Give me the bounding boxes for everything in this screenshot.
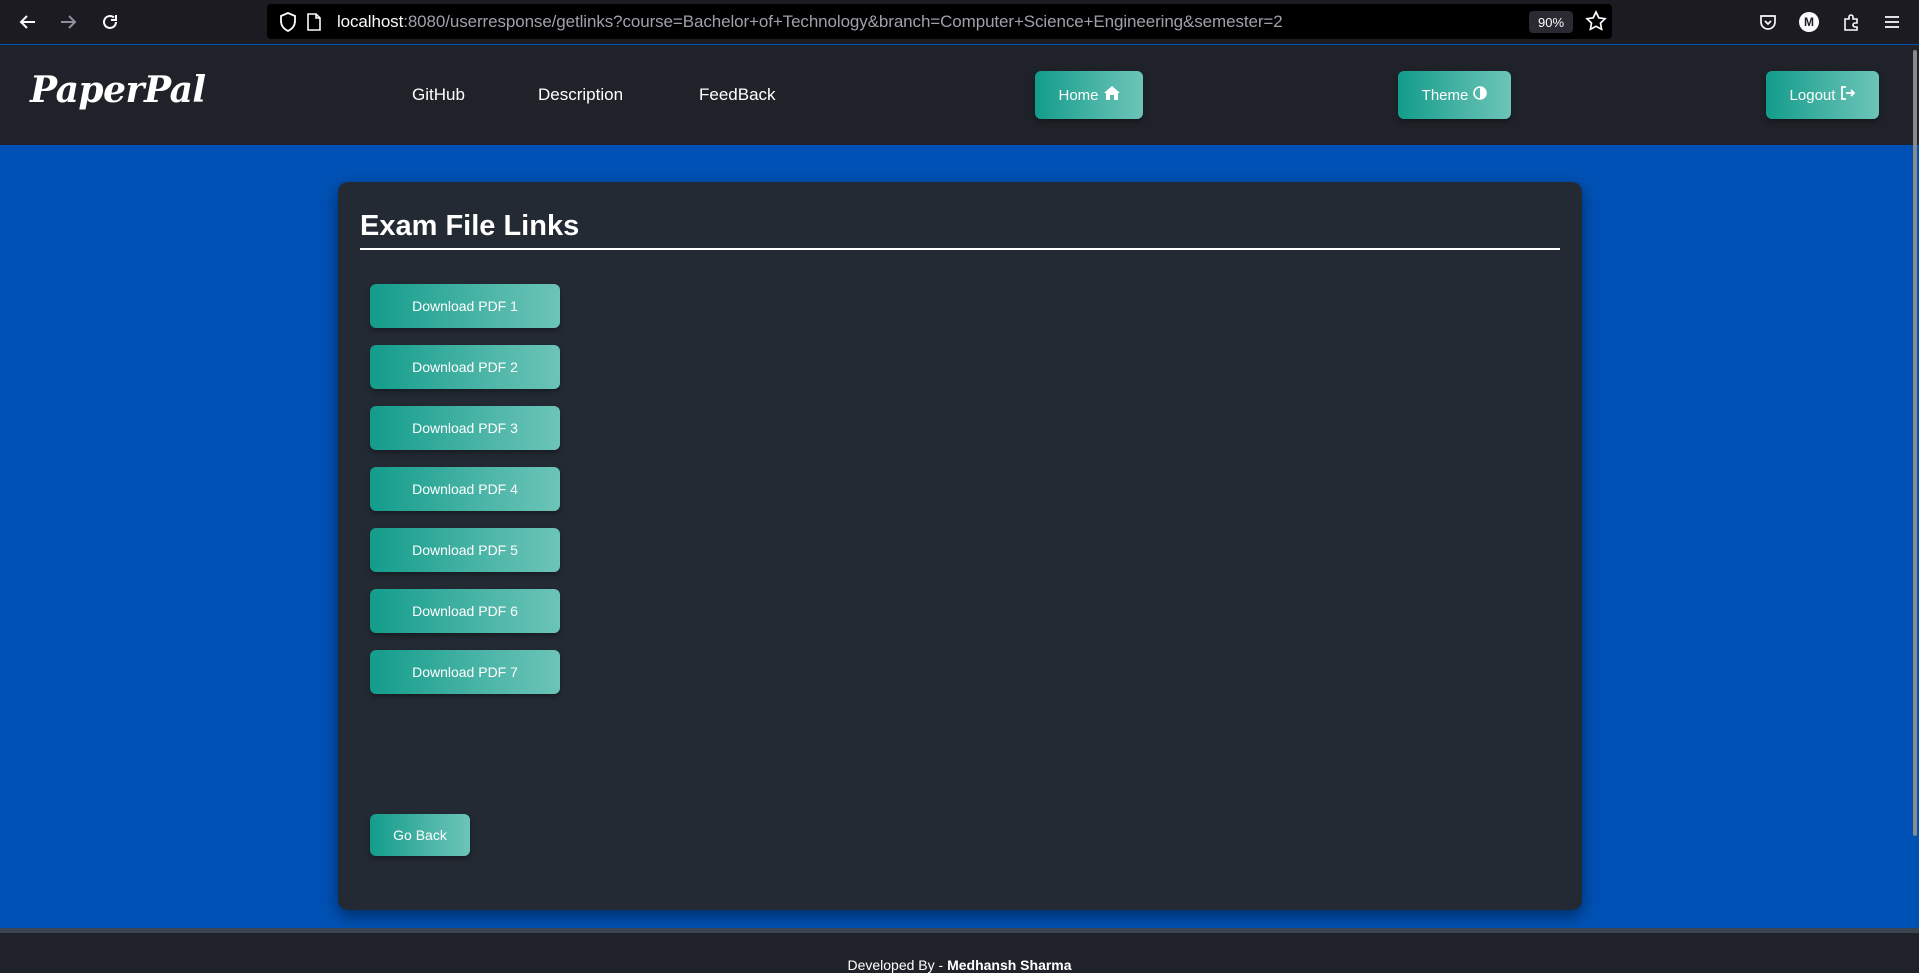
url-bar[interactable]: localhost:8080/userresponse/getlinks?cou… bbox=[267, 4, 1612, 39]
footer-credit: Developed By - Medhansh Sharma bbox=[847, 957, 1072, 973]
home-icon bbox=[1103, 86, 1120, 104]
logout-button[interactable]: Logout bbox=[1766, 71, 1879, 119]
back-arrow-icon[interactable] bbox=[14, 8, 42, 36]
account-avatar-icon[interactable]: M bbox=[1797, 10, 1821, 34]
home-button[interactable]: Home bbox=[1035, 71, 1143, 119]
zoom-level[interactable]: 90% bbox=[1529, 11, 1573, 33]
page-title: Exam File Links bbox=[360, 210, 580, 242]
logout-icon bbox=[1840, 86, 1856, 104]
site-logo[interactable]: PaperPal bbox=[30, 69, 206, 111]
download-pdf-7-button[interactable]: Download PDF 7 bbox=[370, 650, 560, 694]
contrast-icon bbox=[1473, 86, 1488, 104]
bookmark-star-icon[interactable] bbox=[1585, 10, 1607, 37]
site-footer: Developed By - Medhansh Sharma bbox=[0, 933, 1919, 973]
download-pdf-3-button[interactable]: Download PDF 3 bbox=[370, 406, 560, 450]
shield-icon[interactable] bbox=[279, 12, 297, 37]
title-divider bbox=[360, 248, 1560, 250]
download-pdf-1-button[interactable]: Download PDF 1 bbox=[370, 284, 560, 328]
page-scrollbar[interactable] bbox=[1913, 50, 1917, 836]
page-icon[interactable] bbox=[307, 13, 321, 36]
exam-links-card: Exam File Links Download PDF 1 Download … bbox=[338, 182, 1582, 910]
download-pdf-5-button[interactable]: Download PDF 5 bbox=[370, 528, 560, 572]
menu-hamburger-icon[interactable] bbox=[1880, 10, 1904, 34]
extensions-icon[interactable] bbox=[1839, 10, 1863, 34]
download-pdf-2-button[interactable]: Download PDF 2 bbox=[370, 345, 560, 389]
pocket-icon[interactable] bbox=[1756, 10, 1780, 34]
theme-button[interactable]: Theme bbox=[1398, 71, 1511, 119]
browser-toolbar: localhost:8080/userresponse/getlinks?cou… bbox=[0, 0, 1919, 44]
home-button-label: Home bbox=[1058, 86, 1099, 104]
reload-icon[interactable] bbox=[96, 8, 124, 36]
logout-button-label: Logout bbox=[1789, 86, 1836, 104]
nav-link-feedback[interactable]: FeedBack bbox=[699, 85, 776, 105]
pdf-link-list: Download PDF 1 Download PDF 2 Download P… bbox=[370, 284, 560, 711]
nav-link-github[interactable]: GitHub bbox=[412, 85, 465, 105]
go-back-button[interactable]: Go Back bbox=[370, 814, 470, 856]
theme-button-label: Theme bbox=[1421, 86, 1469, 104]
site-header: PaperPal GitHub Description FeedBack Hom… bbox=[0, 45, 1919, 145]
download-pdf-6-button[interactable]: Download PDF 6 bbox=[370, 589, 560, 633]
download-pdf-4-button[interactable]: Download PDF 4 bbox=[370, 467, 560, 511]
url-text[interactable]: localhost:8080/userresponse/getlinks?cou… bbox=[337, 12, 1283, 32]
author-name: Medhansh Sharma bbox=[947, 957, 1072, 973]
forward-arrow-icon[interactable] bbox=[54, 8, 82, 36]
nav-link-description[interactable]: Description bbox=[538, 85, 623, 105]
